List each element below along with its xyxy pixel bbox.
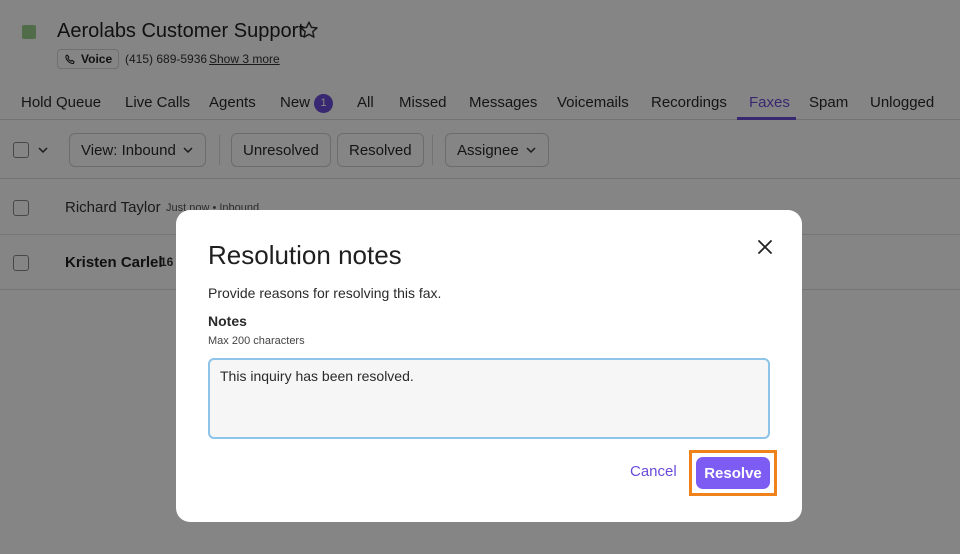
dialog-title: Resolution notes [208,240,402,270]
notes-label: Notes [208,313,247,329]
notes-hint: Max 200 characters [208,335,305,347]
resolution-notes-dialog: Resolution notes Provide reasons for res… [176,210,802,522]
dialog-description: Provide reasons for resolving this fax. [208,285,442,301]
notes-textarea[interactable]: This inquiry has been resolved. [208,358,770,439]
resolve-button-highlight: Resolve [689,450,777,496]
close-icon[interactable] [754,236,776,258]
cancel-button[interactable]: Cancel [630,463,677,480]
resolve-button[interactable]: Resolve [696,457,770,489]
